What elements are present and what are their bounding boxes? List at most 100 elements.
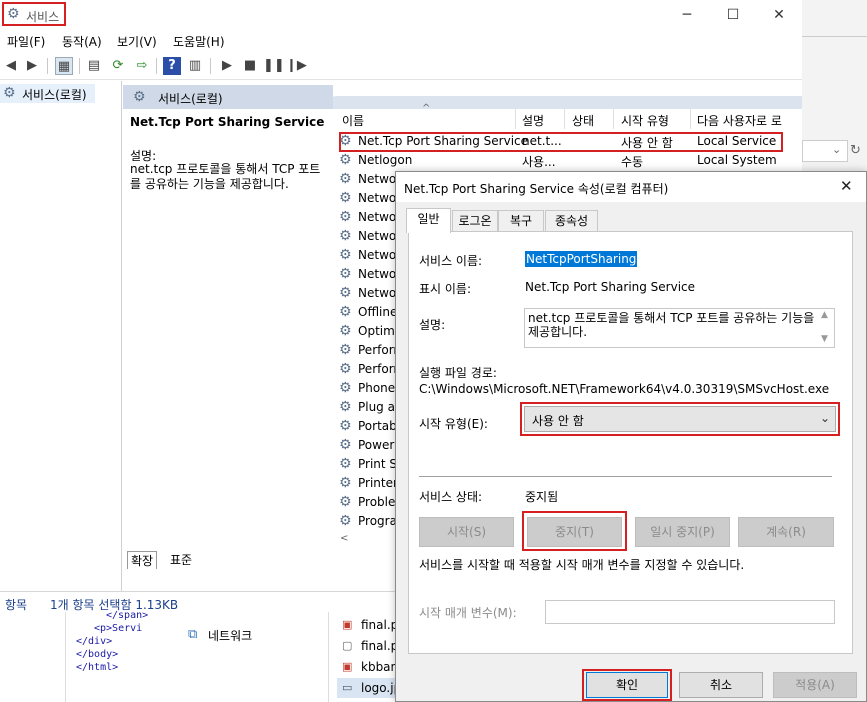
pause-icon[interactable]: ❚❚ [263, 57, 285, 75]
stop-button[interactable]: 중지(T) [527, 517, 622, 547]
table-row[interactable]: ⚙ Netwo [339, 227, 396, 246]
services-header: ⚙ 서비스(로컬) [123, 85, 333, 109]
table-row[interactable]: ⚙ Print S [339, 455, 397, 474]
refresh-icon[interactable]: ↻ [850, 143, 861, 158]
column-name[interactable]: 이름 [342, 112, 364, 129]
chevron-down-icon[interactable]: ⌄ [832, 143, 841, 156]
service-name: Phone [358, 381, 396, 395]
export-icon[interactable]: ⇨ [133, 57, 151, 75]
table-row[interactable]: ⚙ Net.Tcp Port Sharing Service net.t... … [339, 132, 783, 152]
view-icon[interactable]: ▥ [186, 57, 204, 75]
toolbar-separator [47, 58, 48, 74]
column-divider [515, 109, 516, 129]
service-logon: Local Service [697, 134, 777, 148]
file-item[interactable]: kbban [361, 660, 398, 674]
code-line: </body> [76, 649, 119, 660]
table-row[interactable]: ⚙ Printer [339, 474, 398, 493]
table-row[interactable]: ⚙ Netwo [339, 170, 396, 189]
column-description[interactable]: 설명 [522, 112, 544, 129]
table-row[interactable]: ⚙ Netwo [339, 284, 396, 303]
table-row[interactable]: ⚙ Optimi [339, 322, 398, 341]
table-row[interactable]: ⚙ Phone [339, 379, 396, 398]
cancel-button[interactable]: 취소 [679, 672, 763, 698]
resume-button[interactable]: 계속(R) [738, 517, 834, 547]
gear-icon: ⚙ [339, 304, 352, 320]
service-name-value[interactable]: NetTcpPortSharing [525, 251, 638, 267]
view-tabs: 확장 표준 [123, 548, 403, 569]
tab-extended[interactable]: 확장 [127, 551, 158, 569]
menu-view[interactable]: 보기(V) [117, 33, 157, 50]
service-name-label: 서비스 이름: [419, 254, 483, 268]
start-param-input[interactable] [545, 600, 835, 624]
minimize-button[interactable]: ─ [664, 0, 710, 30]
apply-button[interactable]: 적용(A) [773, 672, 857, 698]
file-item[interactable]: final.p [361, 618, 398, 632]
table-row[interactable]: ⚙ Netwo [339, 189, 396, 208]
column-logon-as[interactable]: 다음 사용자로 로 [697, 112, 797, 129]
table-row[interactable]: ⚙ Offline [339, 303, 397, 322]
table-row[interactable]: ⚙ Portab [339, 417, 397, 436]
dialog-close-icon[interactable]: ✕ [840, 177, 853, 195]
properties-icon[interactable]: ▤ [85, 57, 103, 75]
tab-dependencies[interactable]: 종속성 [545, 210, 598, 232]
stop-icon[interactable]: ■ [241, 57, 259, 75]
gear-icon: ⚙ [339, 418, 352, 434]
selected-service-title: Net.Tcp Port Sharing Service [130, 115, 325, 129]
column-startup-type[interactable]: 시작 유형 [621, 112, 669, 129]
general-tab-panel: 서비스 이름: NetTcpPortSharing 표시 이름: Net.Tcp… [408, 231, 853, 654]
gear-icon: ⚙ [339, 399, 352, 415]
service-name: Netlogon [358, 153, 413, 167]
table-row[interactable]: ⚙ Netlogon 사용... 수동 Local System [339, 151, 783, 170]
gear-icon: ⚙ [7, 6, 20, 22]
maximize-button[interactable]: ☐ [710, 0, 756, 30]
table-row[interactable]: ⚙ Netwo [339, 208, 396, 227]
column-status[interactable]: 상태 [572, 112, 594, 129]
tab-recovery[interactable]: 복구 [498, 210, 544, 232]
image-file-icon: ▣ [342, 618, 353, 631]
help-icon[interactable]: ? [163, 57, 181, 75]
menu-file[interactable]: 파일(F) [7, 33, 45, 50]
gear-icon: ⚙ [133, 89, 146, 105]
menu-action[interactable]: 동작(A) [62, 33, 102, 50]
start-button[interactable]: 시작(S) [419, 517, 514, 547]
table-row[interactable]: ⚙ Netwo [339, 246, 396, 265]
table-row[interactable]: ⚙ Netwo [339, 265, 396, 284]
scroll-up-icon[interactable]: ▲ [821, 310, 828, 320]
tab-general[interactable]: 일반 [406, 208, 451, 233]
table-row[interactable]: ⚙ Perforr [339, 341, 398, 360]
tab-logon[interactable]: 로그온 [452, 210, 498, 232]
gear-icon: ⚙ [339, 266, 352, 282]
ok-button[interactable]: 확인 [586, 672, 668, 698]
refresh-icon[interactable]: ⟳ [109, 57, 127, 75]
startup-type-select[interactable]: 사용 안 함 ⌄ [524, 406, 836, 432]
close-button[interactable]: ✕ [756, 0, 802, 30]
scroll-left-icon[interactable]: < [340, 533, 348, 544]
table-row[interactable]: ⚙ Power [339, 436, 396, 455]
scroll-down-icon[interactable]: ▼ [821, 334, 828, 344]
network-label[interactable]: 네트워크 [208, 627, 252, 644]
toolbar-separator [156, 58, 157, 74]
gear-icon: ⚙ [339, 171, 352, 187]
console-tree [0, 81, 122, 591]
restart-icon[interactable]: ❙▶ [286, 57, 307, 75]
start-param-label: 시작 매개 변수(M): [419, 606, 517, 620]
service-name: Probler [358, 495, 401, 509]
menu-help[interactable]: 도움말(H) [173, 33, 225, 50]
play-icon[interactable]: ▶ [218, 57, 236, 75]
description-box[interactable]: net.tcp 프로토콜을 통해서 TCP 포트를 공유하는 기능을 제공합니다… [524, 308, 835, 348]
service-name: Netwo [358, 191, 397, 205]
back-icon[interactable]: ◀ [2, 57, 20, 75]
tree-item-services-local[interactable]: ⚙ 서비스(로컬) [0, 84, 95, 103]
forward-icon[interactable]: ▶ [23, 57, 41, 75]
table-row[interactable]: ⚙ Plug ar [339, 398, 400, 417]
file-item[interactable]: final.p [361, 639, 398, 653]
table-row[interactable]: ⚙ Probler [339, 493, 400, 512]
service-startup: 수동 [621, 155, 644, 169]
table-row[interactable]: ⚙ Progra [339, 512, 397, 531]
description-text: net.tcp 프로토콜을 통해서 TCP 포트를 공유하는 기능을 제공합니다… [130, 162, 321, 191]
console-tree-icon[interactable]: ▦ [55, 57, 73, 75]
pause-button[interactable]: 일시 중지(P) [635, 517, 730, 547]
table-row[interactable]: ⚙ Perforr [339, 360, 398, 379]
service-description: 사용... [522, 155, 556, 169]
tab-standard[interactable]: 표준 [167, 551, 195, 568]
